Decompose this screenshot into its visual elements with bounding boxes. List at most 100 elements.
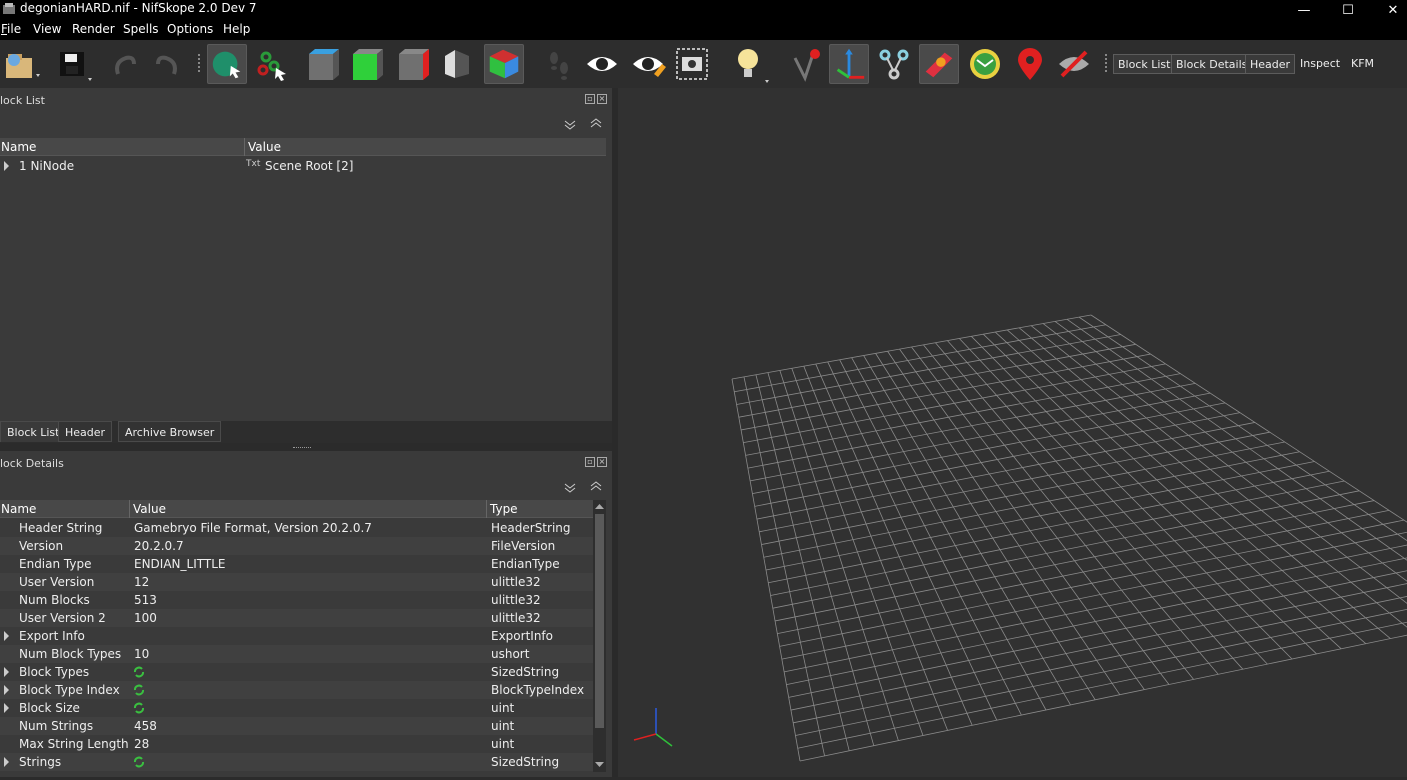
- expand-arrow-icon[interactable]: [4, 667, 9, 677]
- undo-icon[interactable]: [104, 44, 144, 84]
- table-row[interactable]: Header String Gamebryo File Format, Versi…: [0, 519, 593, 537]
- expand-all-icon[interactable]: [590, 481, 602, 491]
- row-value: ENDIAN_LITTLE: [134, 557, 226, 571]
- menu-file[interactable]: File: [1, 22, 21, 36]
- table-row[interactable]: Block Type Index BlockTypeIndex: [0, 681, 593, 699]
- table-row[interactable]: User Version 2 100 ulittle32: [0, 609, 593, 627]
- splitter-handle[interactable]: [293, 447, 311, 450]
- expand-arrow-icon[interactable]: [4, 685, 9, 695]
- table-row[interactable]: Strings SizedString: [0, 753, 593, 771]
- row-type: ulittle32: [491, 575, 541, 589]
- show-vertex-colors-icon[interactable]: [785, 44, 825, 84]
- show-markers-icon[interactable]: [965, 44, 1005, 84]
- view-top-icon[interactable]: [304, 44, 344, 84]
- block-list-header: Name Value: [0, 138, 606, 156]
- menu-options[interactable]: Options: [167, 22, 213, 36]
- screenshot-icon[interactable]: [672, 44, 712, 84]
- table-row[interactable]: Endian Type ENDIAN_LITTLE EndianType: [0, 555, 593, 573]
- table-row[interactable]: Version 20.2.0.7 FileVersion: [0, 537, 593, 555]
- show-decals-icon[interactable]: [1054, 44, 1094, 84]
- view-side-icon[interactable]: [394, 44, 434, 84]
- collapse-all-icon[interactable]: [564, 120, 576, 130]
- table-row[interactable]: Export Info ExportInfo: [0, 627, 593, 645]
- view-perspective-icon[interactable]: [439, 44, 479, 84]
- row-type: FileVersion: [491, 539, 556, 553]
- menu-help[interactable]: Help: [223, 22, 250, 36]
- column-value[interactable]: Value: [248, 140, 281, 154]
- scroll-down-icon[interactable]: [595, 762, 604, 768]
- row-name: Num Block Types: [19, 647, 122, 661]
- table-row[interactable]: Max String Length 28 uint: [0, 735, 593, 753]
- close-button[interactable]: ✕: [1370, 0, 1407, 20]
- menu-spells[interactable]: Spells: [123, 22, 159, 36]
- column-type[interactable]: Type: [490, 502, 518, 516]
- redo-icon[interactable]: [148, 44, 188, 84]
- tab-archive-browser[interactable]: Archive Browser: [118, 421, 222, 442]
- table-row[interactable]: 1 NiNode Txt Scene Root [2]: [0, 157, 606, 175]
- menu-view[interactable]: View: [33, 22, 61, 36]
- row-name: User Version 2: [19, 611, 106, 625]
- kfm-toggle-button[interactable]: KFM: [1347, 54, 1378, 74]
- expand-arrow-icon[interactable]: [4, 631, 9, 641]
- lighting-icon[interactable]: [729, 44, 769, 84]
- view-user-icon[interactable]: [484, 44, 524, 84]
- walk-mode-icon[interactable]: [540, 44, 580, 84]
- save-file-icon[interactable]: [52, 44, 92, 84]
- expand-arrow-icon[interactable]: [4, 757, 9, 767]
- row-value: 12: [134, 575, 150, 589]
- show-hidden-icon[interactable]: [582, 44, 622, 84]
- float-icon[interactable]: ▫: [585, 457, 595, 467]
- inspect-toggle-button[interactable]: Inspect: [1296, 54, 1344, 74]
- column-value[interactable]: Value: [133, 502, 166, 516]
- row-type: HeaderString: [491, 521, 571, 535]
- close-icon[interactable]: ×: [597, 94, 607, 104]
- scroll-up-icon[interactable]: [595, 503, 604, 509]
- toolbar-grip-2[interactable]: [1104, 54, 1108, 74]
- link-array-icon: [134, 684, 144, 696]
- toolbar-grip[interactable]: [197, 54, 201, 74]
- menu-render[interactable]: Render: [72, 22, 115, 36]
- expand-arrow-icon[interactable]: [4, 161, 9, 171]
- show-havok-icon[interactable]: [1010, 44, 1050, 84]
- row-type: SizedString: [491, 755, 560, 769]
- collapse-all-icon[interactable]: [564, 483, 576, 493]
- table-row[interactable]: Num Strings 458 uint: [0, 717, 593, 735]
- float-icon[interactable]: ▫: [585, 94, 595, 104]
- show-axes-icon[interactable]: [829, 44, 869, 84]
- expand-all-icon[interactable]: [590, 118, 602, 128]
- tab-block-list[interactable]: Block List: [0, 421, 67, 442]
- show-textures-icon[interactable]: [919, 44, 959, 84]
- select-object-icon[interactable]: [207, 44, 247, 84]
- table-row[interactable]: Num Blocks 513 ulittle32: [0, 591, 593, 609]
- row-name: Block Type Index: [19, 683, 120, 697]
- maximize-button[interactable]: ☐: [1325, 0, 1371, 20]
- show-constraints-icon[interactable]: [874, 44, 914, 84]
- row-type: uint: [491, 701, 515, 715]
- expand-arrow-icon[interactable]: [4, 703, 9, 713]
- show-nodes-icon[interactable]: [628, 44, 668, 84]
- block-details-scrollbar[interactable]: [593, 500, 606, 772]
- open-file-icon[interactable]: [0, 44, 40, 84]
- row-value: 28: [134, 737, 150, 751]
- axes-gizmo-icon: [633, 708, 673, 747]
- table-row[interactable]: Block Types SizedString: [0, 663, 593, 681]
- row-value: Scene Root [2]: [265, 159, 354, 173]
- select-vertex-icon[interactable]: [252, 44, 292, 84]
- block-details-toggle-button[interactable]: Block Details: [1171, 54, 1253, 74]
- row-name: Block Types: [19, 665, 90, 679]
- tab-header[interactable]: Header: [58, 421, 113, 442]
- column-name[interactable]: Name: [1, 140, 36, 154]
- header-toggle-button[interactable]: Header: [1245, 54, 1296, 74]
- render-viewport[interactable]: [618, 88, 1407, 777]
- table-row[interactable]: User Version 12 ulittle32: [0, 573, 593, 591]
- block-details-header: Name Value Type: [0, 500, 593, 518]
- row-value: Gamebryo File Format, Version 20.2.0.7: [134, 521, 372, 535]
- scrollbar-thumb[interactable]: [595, 514, 604, 728]
- view-front-icon[interactable]: [348, 44, 388, 84]
- column-name[interactable]: Name: [1, 502, 36, 516]
- table-row[interactable]: Block Size uint: [0, 699, 593, 717]
- minimize-button[interactable]: —: [1281, 0, 1327, 20]
- block-list-toggle-button[interactable]: Block List: [1113, 54, 1176, 74]
- table-row[interactable]: Num Block Types 10 ushort: [0, 645, 593, 663]
- close-icon[interactable]: ×: [597, 457, 607, 467]
